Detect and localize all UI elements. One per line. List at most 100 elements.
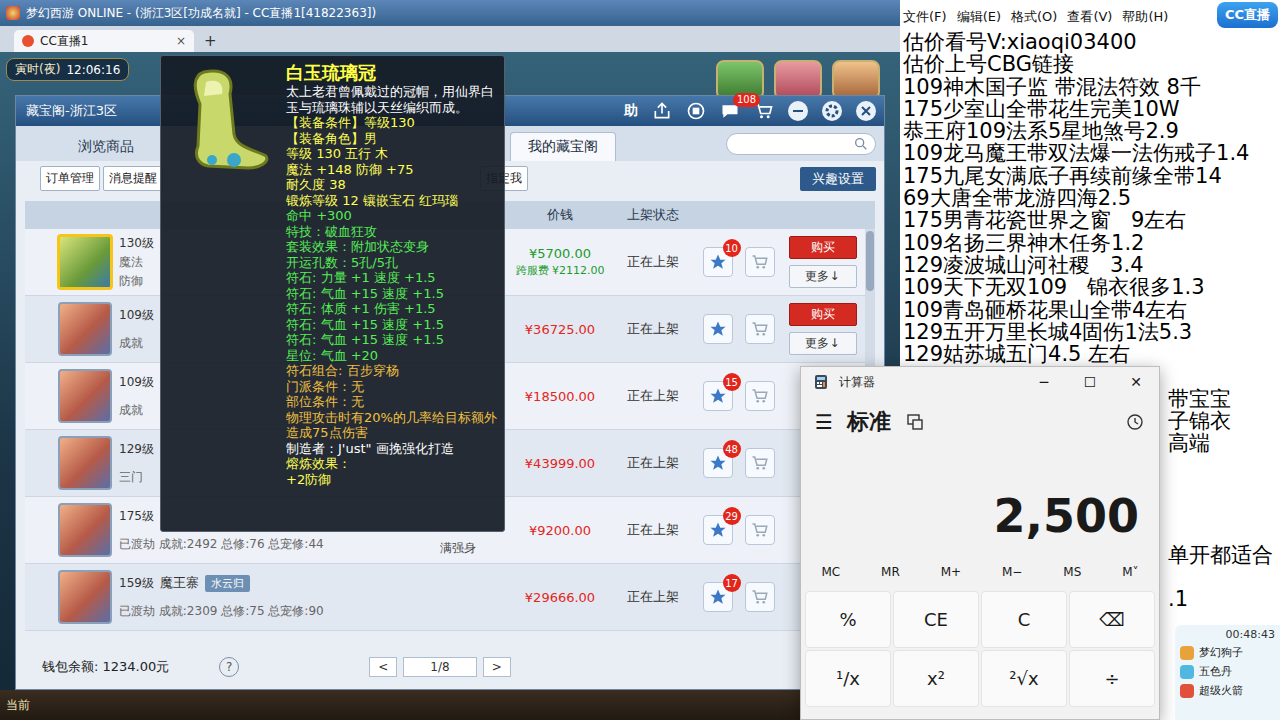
gift-item[interactable]: 梦幻狗子 <box>1180 645 1275 660</box>
text-line: 估价上号CBG链接 <box>903 53 1280 75</box>
favorite-button[interactable]: 10 <box>703 247 733 277</box>
menu-item[interactable]: 查看(V) <box>1067 8 1112 26</box>
price-cell: ¥43999.00 <box>510 430 610 496</box>
tab-close-button[interactable]: × <box>176 34 186 48</box>
calculator-key[interactable]: x² <box>893 650 979 707</box>
text-line: 109神木国子监 带混法符效 8千 <box>903 76 1280 98</box>
add-to-cart-button[interactable] <box>745 515 775 545</box>
favorite-count: 17 <box>723 574 741 592</box>
favorite-count: 48 <box>723 440 741 458</box>
portrait-icon[interactable] <box>58 436 112 490</box>
calculator-key[interactable]: ÷ <box>1069 650 1155 707</box>
live-timer: 00:48:43 <box>1180 628 1275 641</box>
menu-item[interactable]: 编辑(E) <box>957 8 1001 26</box>
portrait-icon[interactable] <box>58 369 112 423</box>
help-mark[interactable]: ? <box>219 657 239 677</box>
history-icon[interactable] <box>1125 412 1145 432</box>
settings-button[interactable] <box>822 101 842 121</box>
add-to-cart-button[interactable] <box>745 582 775 612</box>
menu-item[interactable]: 帮助(H) <box>1122 8 1168 26</box>
portrait-icon[interactable] <box>58 503 112 557</box>
crown-icon <box>164 64 284 174</box>
navigation-menu-button[interactable]: ☰ <box>815 410 833 434</box>
sub-tab[interactable]: 消息提醒 <box>103 166 163 191</box>
calculator-key[interactable]: CE <box>893 591 979 648</box>
keep-on-top-icon[interactable] <box>905 412 925 432</box>
avatar-icon[interactable] <box>832 60 880 100</box>
cbg-tab[interactable]: 我的藏宝阁 <box>510 132 616 161</box>
sub-tab[interactable]: 订单管理 <box>40 166 100 191</box>
browser-tab[interactable]: CC直播1 × <box>14 30 194 52</box>
portrait-icon[interactable] <box>57 234 113 290</box>
cart-cell <box>740 564 780 630</box>
memory-button[interactable]: MC <box>821 565 840 579</box>
star-icon <box>709 454 727 472</box>
new-tab-button[interactable]: + <box>198 30 223 52</box>
gift-item[interactable]: 五色丹 <box>1180 664 1275 679</box>
calculator-key[interactable]: C <box>981 591 1067 648</box>
favorite-button[interactable]: 15 <box>703 381 733 411</box>
calculator-key[interactable]: ⌫ <box>1069 591 1155 648</box>
memory-button[interactable]: MR <box>881 565 900 579</box>
favorite-button[interactable]: 48 <box>703 448 733 478</box>
share-icon[interactable] <box>652 101 672 121</box>
buy-button[interactable]: 购买 <box>789 303 857 326</box>
favorite-button[interactable]: 29 <box>703 515 733 545</box>
interest-settings-button[interactable]: 兴趣设置 <box>800 167 876 191</box>
calculator-mode: 标准 <box>847 407 891 437</box>
star-icon <box>709 588 727 606</box>
game-title-bar: 梦幻西游 ONLINE - (浙江3区[功成名就] - CC直播1[418223… <box>0 0 900 26</box>
memory-button[interactable]: M− <box>1002 565 1022 579</box>
star-icon <box>709 253 727 271</box>
favorite-button[interactable] <box>703 314 733 344</box>
menu-item[interactable]: 格式(O) <box>1011 8 1057 26</box>
favorite-button[interactable]: 17 <box>703 582 733 612</box>
scrollbar-thumb[interactable] <box>866 231 874 291</box>
stop-icon[interactable] <box>686 101 706 121</box>
minimize-button[interactable] <box>788 101 808 121</box>
window-control-button[interactable]: ─ <box>1021 367 1067 397</box>
listing-row[interactable]: 159级 魔王寨 水云归 已渡劫 成就:2309 总修:75 总宠修:90 ¥2… <box>25 564 865 631</box>
help-button[interactable]: 助 <box>624 102 638 120</box>
calculator-key[interactable]: % <box>805 591 891 648</box>
window-control-button[interactable]: ✕ <box>1113 367 1159 397</box>
add-to-cart-button[interactable] <box>745 381 775 411</box>
calculator-key[interactable]: ²√x <box>981 650 1067 707</box>
avatar-icon[interactable] <box>774 60 822 100</box>
add-to-cart-button[interactable] <box>745 448 775 478</box>
cbg-tab[interactable]: 浏览商品 <box>60 133 152 161</box>
school: 魔王寨 <box>160 574 199 592</box>
buy-button[interactable]: 购买 <box>789 236 857 259</box>
add-to-cart-button[interactable] <box>745 247 775 277</box>
window-control-button[interactable]: ☐ <box>1067 367 1113 397</box>
cc-live-logo: CC直播 <box>1217 2 1278 28</box>
channel-label[interactable]: 当前 <box>6 697 30 714</box>
add-to-cart-button[interactable] <box>745 314 775 344</box>
search-field[interactable] <box>726 133 876 155</box>
magnifier-icon[interactable] <box>853 136 869 152</box>
portrait-icon[interactable] <box>58 570 112 624</box>
price: ¥18500.00 <box>525 389 595 404</box>
more-button[interactable]: 更多↓ <box>789 332 857 355</box>
status: 正在上架 <box>610 430 695 496</box>
more-button[interactable]: 更多↓ <box>789 265 857 288</box>
memory-button[interactable]: MS <box>1063 565 1081 579</box>
cross-server-fee: 跨服费 ¥2112.00 <box>516 263 605 278</box>
memory-button[interactable]: M+ <box>941 565 961 579</box>
portrait-cell <box>55 296 115 362</box>
item-attribute: 物理攻击时有20%的几率给目标额外造成75点伤害 <box>286 410 500 441</box>
level: 159级 <box>119 575 154 592</box>
menu-item[interactable]: 文件(F) <box>903 8 947 26</box>
portrait-icon[interactable] <box>58 302 112 356</box>
gift-item[interactable]: 超级火箭 <box>1180 683 1275 698</box>
text-line: 129姑苏城五门4.5 左右 <box>903 343 1280 365</box>
calculator-key[interactable]: ¹/x <box>805 650 891 707</box>
close-button[interactable] <box>856 101 876 121</box>
prev-page-button[interactable]: < <box>369 657 397 677</box>
messages-button[interactable]: 108 <box>720 101 740 121</box>
row-margin <box>25 497 55 563</box>
cart-cell <box>740 296 780 362</box>
memory-row: MC MR M+ M− MS M˅ <box>801 557 1159 587</box>
memory-button[interactable]: M˅ <box>1122 565 1138 579</box>
next-page-button[interactable]: > <box>483 657 511 677</box>
